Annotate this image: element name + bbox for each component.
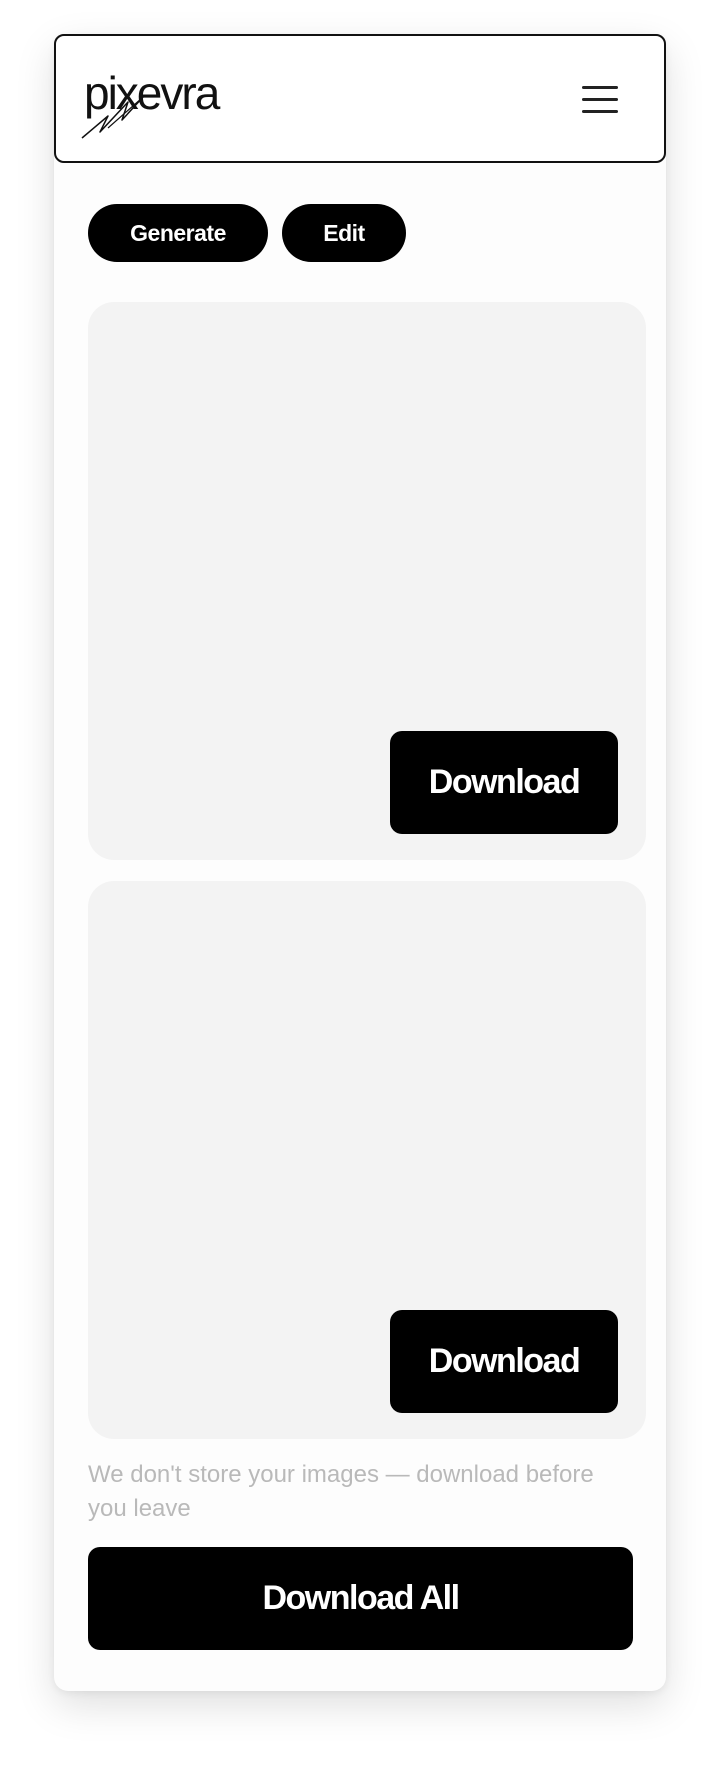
download-button[interactable]: Download bbox=[390, 1310, 618, 1413]
image-card: Download bbox=[88, 302, 646, 860]
mode-tabs: Generate Edit bbox=[88, 204, 406, 262]
logo-scribble-icon bbox=[81, 95, 145, 139]
app-container: pixevra Generate Edit Download Download … bbox=[54, 34, 666, 1691]
download-button[interactable]: Download bbox=[390, 731, 618, 834]
image-card: Download bbox=[88, 881, 646, 1439]
download-all-button[interactable]: Download All bbox=[88, 1547, 633, 1650]
tab-generate[interactable]: Generate bbox=[88, 204, 268, 262]
tab-edit[interactable]: Edit bbox=[282, 204, 406, 262]
header: pixevra bbox=[54, 34, 666, 163]
hamburger-menu-icon[interactable] bbox=[582, 84, 620, 116]
storage-notice: We don't store your images — download be… bbox=[88, 1461, 594, 1522]
logo[interactable]: pixevra bbox=[81, 66, 234, 146]
